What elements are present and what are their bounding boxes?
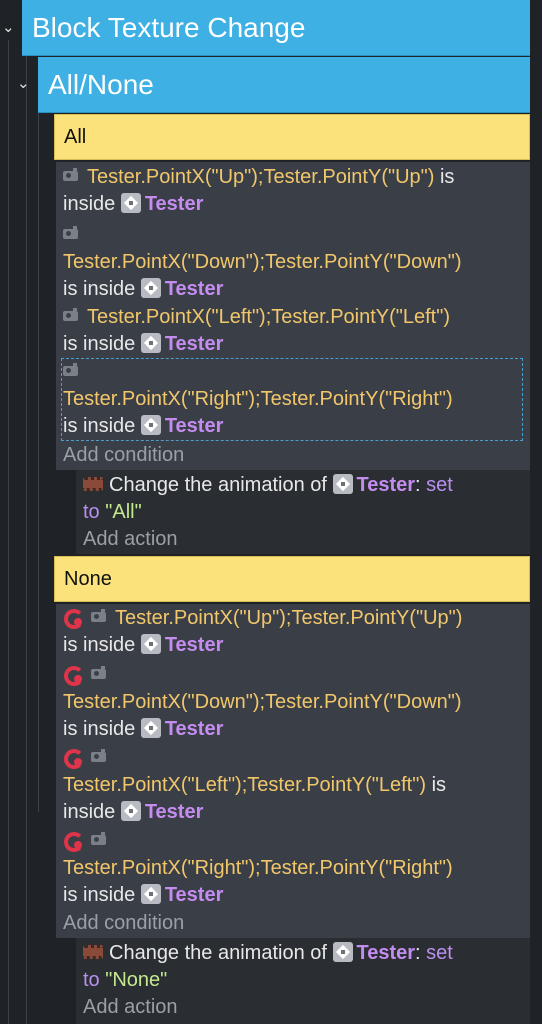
sprite-object-icon — [140, 332, 161, 353]
sprite-object-icon — [332, 941, 353, 962]
invert-condition-icon — [63, 607, 85, 629]
condition-text: is inside — [63, 278, 136, 300]
sprite-object-icon — [140, 883, 161, 904]
object-name: Tester — [164, 718, 224, 740]
object-name: Tester — [356, 474, 416, 496]
add-action-link[interactable]: Add action — [83, 528, 178, 551]
action-value: "All" — [105, 501, 142, 523]
condition-row[interactable]: Tester.PointX("Down");Tester.PointY("Dow… — [63, 222, 522, 303]
condition-expression: Tester.PointX("Up");Tester.PointY("Up") — [115, 607, 463, 629]
sprite-object-icon — [140, 414, 161, 435]
condition-text: is inside — [63, 333, 136, 355]
action-keyword-set: set — [426, 942, 453, 964]
invert-condition-icon — [63, 747, 85, 769]
sprite-object-icon — [332, 473, 353, 494]
condition-row-selected[interactable]: Tester.PointX("Right");Tester.PointY("Ri… — [61, 358, 523, 441]
condition-row[interactable]: Tester.PointX("Up");Tester.PointY("Up") … — [63, 605, 522, 659]
camera-icon — [91, 608, 106, 622]
condition-text: inside — [63, 801, 116, 823]
action-row[interactable]: Change the animation of Tester: set to "… — [83, 940, 520, 994]
sprite-object-icon — [120, 192, 141, 213]
condition-expression: Tester.PointX("Right");Tester.PointY("Ri… — [63, 857, 453, 879]
condition-text: inside — [63, 193, 116, 215]
add-action-link[interactable]: Add action — [83, 996, 178, 1019]
camera-icon — [91, 665, 106, 679]
condition-expression: Tester.PointX("Up");Tester.PointY("Up") — [87, 166, 435, 188]
camera-icon — [63, 167, 78, 181]
group-title: Block Texture Change — [32, 11, 306, 43]
chevron-down-icon[interactable]: ⌄ — [2, 20, 15, 35]
action-text: Change the animation of — [109, 942, 327, 964]
add-condition-link[interactable]: Add condition — [63, 444, 184, 467]
object-name: Tester — [164, 415, 224, 437]
camera-icon — [91, 748, 106, 762]
condition-expression: Tester.PointX("Down");Tester.PointY("Dow… — [63, 251, 462, 273]
camera-icon — [63, 225, 78, 239]
event-name: None — [64, 567, 112, 590]
tree-guide-line — [26, 40, 27, 1024]
condition-row[interactable]: Tester.PointX("Left");Tester.PointY("Lef… — [63, 304, 522, 358]
action-keyword-set: set — [426, 474, 453, 496]
condition-expression: Tester.PointX("Left");Tester.PointY("Lef… — [87, 306, 450, 328]
actions-panel: Change the animation of Tester: set to "… — [76, 938, 530, 1024]
condition-row[interactable]: Tester.PointX("Left");Tester.PointY("Lef… — [63, 745, 522, 826]
sprite-object-icon — [140, 277, 161, 298]
action-keyword-to: to — [83, 969, 100, 991]
sprite-object-icon — [120, 800, 141, 821]
actions-panel: Change the animation of Tester: set to "… — [76, 470, 530, 554]
condition-text: is inside — [63, 884, 136, 906]
object-name: Tester — [164, 884, 224, 906]
event-header-none[interactable]: None — [54, 556, 530, 602]
add-condition-link[interactable]: Add condition — [63, 912, 184, 935]
camera-icon — [91, 831, 106, 845]
action-colon: : — [415, 474, 421, 496]
event-name: All — [64, 125, 87, 148]
action-colon: : — [415, 942, 421, 964]
condition-row[interactable]: Tester.PointX("Up");Tester.PointY("Up") … — [63, 164, 522, 218]
chevron-down-icon[interactable]: ⌄ — [17, 76, 30, 91]
event-header-all[interactable]: All — [54, 114, 530, 160]
condition-text: is inside — [63, 415, 136, 437]
action-row[interactable]: Change the animation of Tester: set to "… — [83, 472, 520, 526]
condition-text: is inside — [63, 634, 136, 656]
object-name: Tester — [164, 333, 224, 355]
tree-guide-line — [8, 40, 9, 1024]
action-text: Change the animation of — [109, 474, 327, 496]
camera-icon — [63, 362, 78, 376]
conditions-panel: Tester.PointX("Up");Tester.PointY("Up") … — [56, 162, 530, 470]
conditions-panel: Tester.PointX("Up");Tester.PointY("Up") … — [56, 604, 530, 938]
film-strip-icon — [83, 476, 103, 491]
sprite-object-icon — [140, 717, 161, 738]
invert-condition-icon — [63, 664, 85, 686]
invert-condition-icon — [63, 830, 85, 852]
tree-guide-line — [38, 112, 39, 812]
subgroup-title: All/None — [48, 68, 154, 100]
condition-expression: Tester.PointX("Left");Tester.PointY("Lef… — [63, 774, 426, 796]
sprite-object-icon — [140, 633, 161, 654]
action-keyword-to: to — [83, 501, 100, 523]
group-header[interactable]: Block Texture Change — [22, 0, 530, 56]
condition-expression: Tester.PointX("Right");Tester.PointY("Ri… — [63, 388, 453, 410]
condition-text: is — [431, 774, 447, 796]
camera-icon — [63, 307, 78, 321]
action-value: "None" — [105, 969, 168, 991]
subgroup-header[interactable]: All/None — [38, 57, 530, 113]
object-name: Tester — [164, 278, 224, 300]
object-name: Tester — [144, 801, 204, 823]
condition-expression: Tester.PointX("Down");Tester.PointY("Dow… — [63, 691, 462, 713]
object-name: Tester — [356, 942, 416, 964]
condition-row[interactable]: Tester.PointX("Down");Tester.PointY("Dow… — [63, 662, 522, 743]
condition-text: is inside — [63, 718, 136, 740]
condition-text: is — [439, 166, 455, 188]
object-name: Tester — [144, 193, 204, 215]
condition-row[interactable]: Tester.PointX("Right");Tester.PointY("Ri… — [63, 828, 522, 909]
object-name: Tester — [164, 634, 224, 656]
film-strip-icon — [83, 944, 103, 959]
